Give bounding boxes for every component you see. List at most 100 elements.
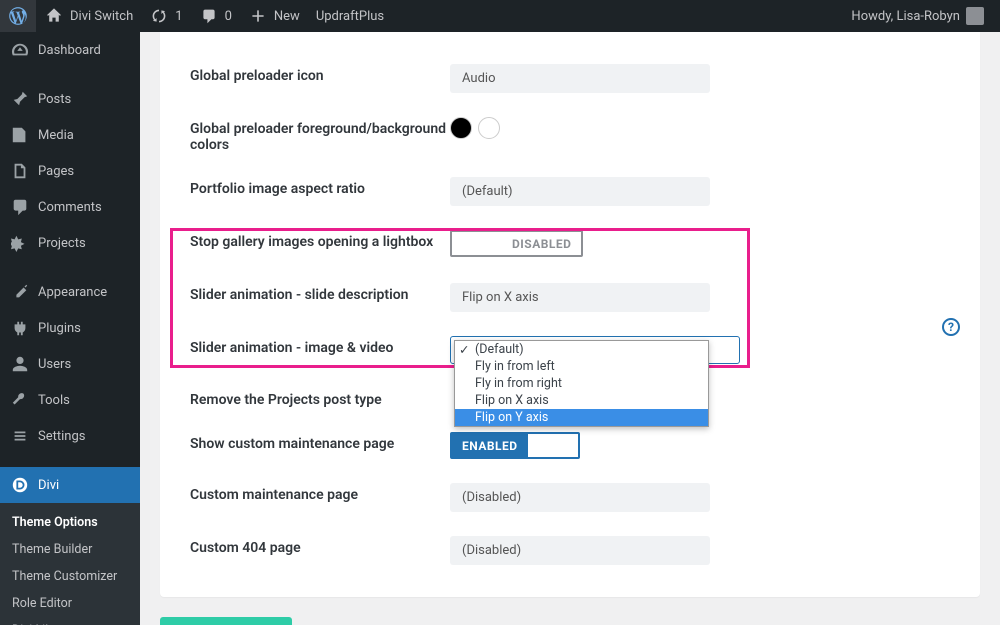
submenu-theme-customizer[interactable]: Theme Customizer xyxy=(0,563,140,590)
select-preloader-icon[interactable]: Audio xyxy=(450,64,710,93)
dashboard-icon xyxy=(10,40,30,60)
comments-link[interactable]: 0 xyxy=(191,0,240,32)
toggle-label: ENABLED xyxy=(452,434,528,457)
row-preloader-colors: Global preloader foreground/background c… xyxy=(190,105,950,165)
sidebar-item-settings[interactable]: Settings xyxy=(0,418,140,454)
updraft-label: UpdraftPlus xyxy=(316,9,384,24)
row-stop-gallery: Stop gallery images opening a lightbox D… xyxy=(190,218,950,271)
site-name: Divi Switch xyxy=(70,9,133,24)
row-slider-media: Slider animation - image & video ✓(Defau… xyxy=(190,324,950,376)
media-icon xyxy=(10,125,30,145)
updraft-link[interactable]: UpdraftPlus xyxy=(308,0,392,32)
tools-icon xyxy=(10,390,30,410)
sidebar-label: Appearance xyxy=(38,285,107,300)
sidebar-label: Pages xyxy=(38,164,74,179)
users-icon xyxy=(10,354,30,374)
row-slider-desc: Slider animation - slide description Fli… xyxy=(190,271,950,324)
my-account-link[interactable]: Howdy, Lisa-Robyn xyxy=(843,0,992,32)
update-icon xyxy=(149,6,169,26)
row-portfolio-ratio: Portfolio image aspect ratio (Default) xyxy=(190,165,950,218)
dropdown-option[interactable]: Flip on Y axis xyxy=(455,409,708,426)
dropdown-option[interactable]: Flip on X axis xyxy=(455,392,708,409)
submenu-theme-options[interactable]: Theme Options xyxy=(0,509,140,536)
howdy-text: Howdy, Lisa-Robyn xyxy=(851,9,960,24)
label-show-maint: Show custom maintenance page xyxy=(190,432,450,452)
sidebar-item-divi[interactable]: Divi xyxy=(0,467,140,503)
page-icon xyxy=(10,161,30,181)
settings-icon xyxy=(10,426,30,446)
plugins-icon xyxy=(10,318,30,338)
row-show-maint: Show custom maintenance page ENABLED xyxy=(190,420,950,471)
settings-panel: Global preloader icon Audio Global prelo… xyxy=(160,32,980,597)
sidebar-item-posts[interactable]: Posts xyxy=(0,81,140,117)
comments-icon xyxy=(10,197,30,217)
toggle-stop-gallery[interactable]: DISABLED xyxy=(450,230,583,257)
home-icon xyxy=(44,6,64,26)
save-button[interactable]: Save Changes xyxy=(160,617,292,625)
projects-icon xyxy=(10,233,30,253)
dropdown-options: ✓(Default) Fly in from left Fly in from … xyxy=(454,340,709,427)
divi-icon xyxy=(10,475,30,495)
submenu-theme-builder[interactable]: Theme Builder xyxy=(0,536,140,563)
toggle-show-maint[interactable]: ENABLED xyxy=(450,432,580,459)
wordpress-icon xyxy=(8,6,28,26)
sidebar-label: Posts xyxy=(38,92,71,107)
label-stop-gallery: Stop gallery images opening a lightbox xyxy=(190,230,450,250)
dropdown-option[interactable]: ✓(Default) xyxy=(455,341,708,358)
help-icon[interactable]: ? xyxy=(942,318,960,336)
wp-logo[interactable] xyxy=(0,0,36,32)
label-preloader-icon: Global preloader icon xyxy=(190,64,450,84)
sidebar-label: Media xyxy=(38,128,74,143)
sidebar-item-appearance[interactable]: Appearance xyxy=(0,274,140,310)
avatar xyxy=(966,7,984,25)
sidebar-label: Projects xyxy=(38,236,86,251)
submenu-divi-library[interactable]: Divi Library xyxy=(0,617,140,625)
sidebar-label: Divi xyxy=(38,478,59,493)
new-label: New xyxy=(274,9,300,24)
row-preloader-icon: Global preloader icon Audio xyxy=(190,52,950,105)
sidebar-label: Comments xyxy=(38,200,102,215)
label-slider-media: Slider animation - image & video xyxy=(190,336,450,356)
sidebar-item-pages[interactable]: Pages xyxy=(0,153,140,189)
sidebar-item-users[interactable]: Users xyxy=(0,346,140,382)
divi-submenu: Theme Options Theme Builder Theme Custom… xyxy=(0,503,140,625)
sidebar-label: Tools xyxy=(38,393,70,408)
updates-count: 1 xyxy=(175,9,182,24)
row-maint-page: Custom maintenance page (Disabled) xyxy=(190,471,950,524)
select-slider-media[interactable]: ✓(Default) Fly in from left Fly in from … xyxy=(450,336,710,364)
select-maint-page[interactable]: (Disabled) xyxy=(450,483,710,512)
label-custom-404: Custom 404 page xyxy=(190,536,450,556)
sidebar-item-dashboard[interactable]: Dashboard xyxy=(0,32,140,68)
appearance-icon xyxy=(10,282,30,302)
sidebar-item-media[interactable]: Media xyxy=(0,117,140,153)
sidebar-item-tools[interactable]: Tools xyxy=(0,382,140,418)
label-portfolio-ratio: Portfolio image aspect ratio xyxy=(190,177,450,197)
sidebar-item-projects[interactable]: Projects xyxy=(0,225,140,261)
sidebar-label: Plugins xyxy=(38,321,81,336)
comment-icon xyxy=(199,6,219,26)
color-swatch-bg[interactable] xyxy=(478,117,500,139)
label-preloader-colors: Global preloader foreground/background c… xyxy=(190,117,450,153)
sidebar-item-comments[interactable]: Comments xyxy=(0,189,140,225)
toggle-label: DISABLED xyxy=(502,232,581,255)
new-content-link[interactable]: New xyxy=(240,0,308,32)
row-custom-404: Custom 404 page (Disabled) xyxy=(190,524,950,577)
comments-count: 0 xyxy=(225,9,232,24)
dropdown-option[interactable]: Fly in from right xyxy=(455,375,708,392)
select-portfolio-ratio[interactable]: (Default) xyxy=(450,177,710,206)
sidebar-label: Dashboard xyxy=(38,43,101,58)
main-content: Global preloader icon Audio Global prelo… xyxy=(140,32,1000,625)
updates-link[interactable]: 1 xyxy=(141,0,190,32)
select-custom-404[interactable]: (Disabled) xyxy=(450,536,710,565)
sidebar-label: Users xyxy=(38,357,71,372)
check-icon: ✓ xyxy=(459,342,469,358)
dropdown-option[interactable]: Fly in from left xyxy=(455,358,708,375)
sidebar-item-plugins[interactable]: Plugins xyxy=(0,310,140,346)
submenu-role-editor[interactable]: Role Editor xyxy=(0,590,140,617)
label-maint-page: Custom maintenance page xyxy=(190,483,450,503)
site-name-link[interactable]: Divi Switch xyxy=(36,0,141,32)
select-slider-desc[interactable]: Flip on X axis xyxy=(450,283,710,312)
color-swatch-fg[interactable] xyxy=(450,117,472,139)
label-remove-projects: Remove the Projects post type xyxy=(190,388,450,408)
label-slider-desc: Slider animation - slide description xyxy=(190,283,450,303)
